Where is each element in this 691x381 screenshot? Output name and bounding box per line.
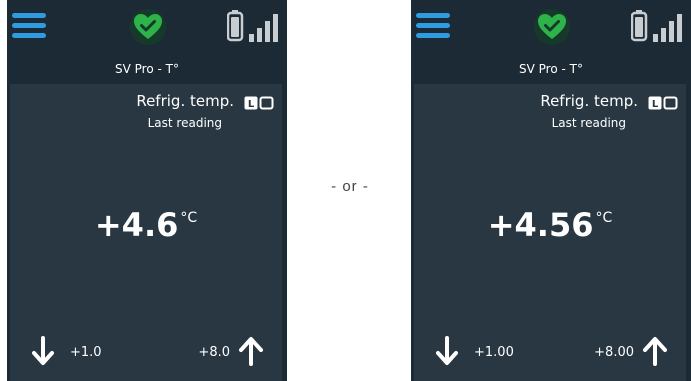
low-limit-value: +1.00 xyxy=(474,345,514,360)
mode-letter: L xyxy=(248,99,255,110)
or-separator: - or - xyxy=(331,178,369,195)
heart-check-icon xyxy=(534,9,570,45)
arrow-down-icon xyxy=(436,336,458,365)
measurement-subtitle: Last reading xyxy=(551,116,626,130)
temperature-value: +4.56 xyxy=(487,206,594,244)
battery-icon xyxy=(227,10,244,42)
temperature-reading: +4.56 °C xyxy=(414,206,686,244)
top-bar xyxy=(411,0,691,54)
reading-panel: Refrig. temp. Last reading L +4.56 °C +1.… xyxy=(414,84,686,381)
mode-toggle-icon[interactable]: L xyxy=(244,96,274,110)
temperature-unit: °C xyxy=(595,210,613,226)
measurement-subtitle: Last reading xyxy=(147,116,222,130)
low-limit-value: +1.0 xyxy=(70,345,102,360)
mode-toggle-icon[interactable]: L xyxy=(648,96,678,110)
reading-panel: Refrig. temp. Last reading L +4.6 °C +1.0… xyxy=(10,84,282,381)
menu-icon[interactable] xyxy=(12,13,46,39)
device-name: SV Pro - T° xyxy=(519,62,583,76)
temperature-unit: °C xyxy=(180,210,198,226)
comparison-page: SV Pro - T° Refrig. temp. Last reading L… xyxy=(0,0,691,381)
arrow-down-icon xyxy=(32,336,54,365)
mode-letter: L xyxy=(652,99,659,110)
arrow-up-icon xyxy=(239,337,263,366)
temperature-value: +4.6 xyxy=(94,206,179,244)
menu-icon[interactable] xyxy=(416,13,450,39)
device-screen-left: SV Pro - T° Refrig. temp. Last reading L… xyxy=(7,0,287,381)
battery-icon xyxy=(631,10,648,42)
measurement-title: Refrig. temp. xyxy=(136,92,234,110)
top-bar xyxy=(7,0,287,54)
temperature-reading: +4.6 °C xyxy=(10,206,282,244)
device-screen-right: SV Pro - T° Refrig. temp. Last reading L… xyxy=(411,0,691,381)
signal-bars-icon xyxy=(631,10,682,42)
measurement-title: Refrig. temp. xyxy=(540,92,638,110)
device-name: SV Pro - T° xyxy=(115,62,179,76)
signal-bars-icon xyxy=(227,10,278,42)
high-limit-value: +8.0 xyxy=(198,345,230,360)
heart-check-icon xyxy=(130,9,166,45)
high-limit-value: +8.00 xyxy=(594,345,634,360)
arrow-up-icon xyxy=(643,337,667,366)
